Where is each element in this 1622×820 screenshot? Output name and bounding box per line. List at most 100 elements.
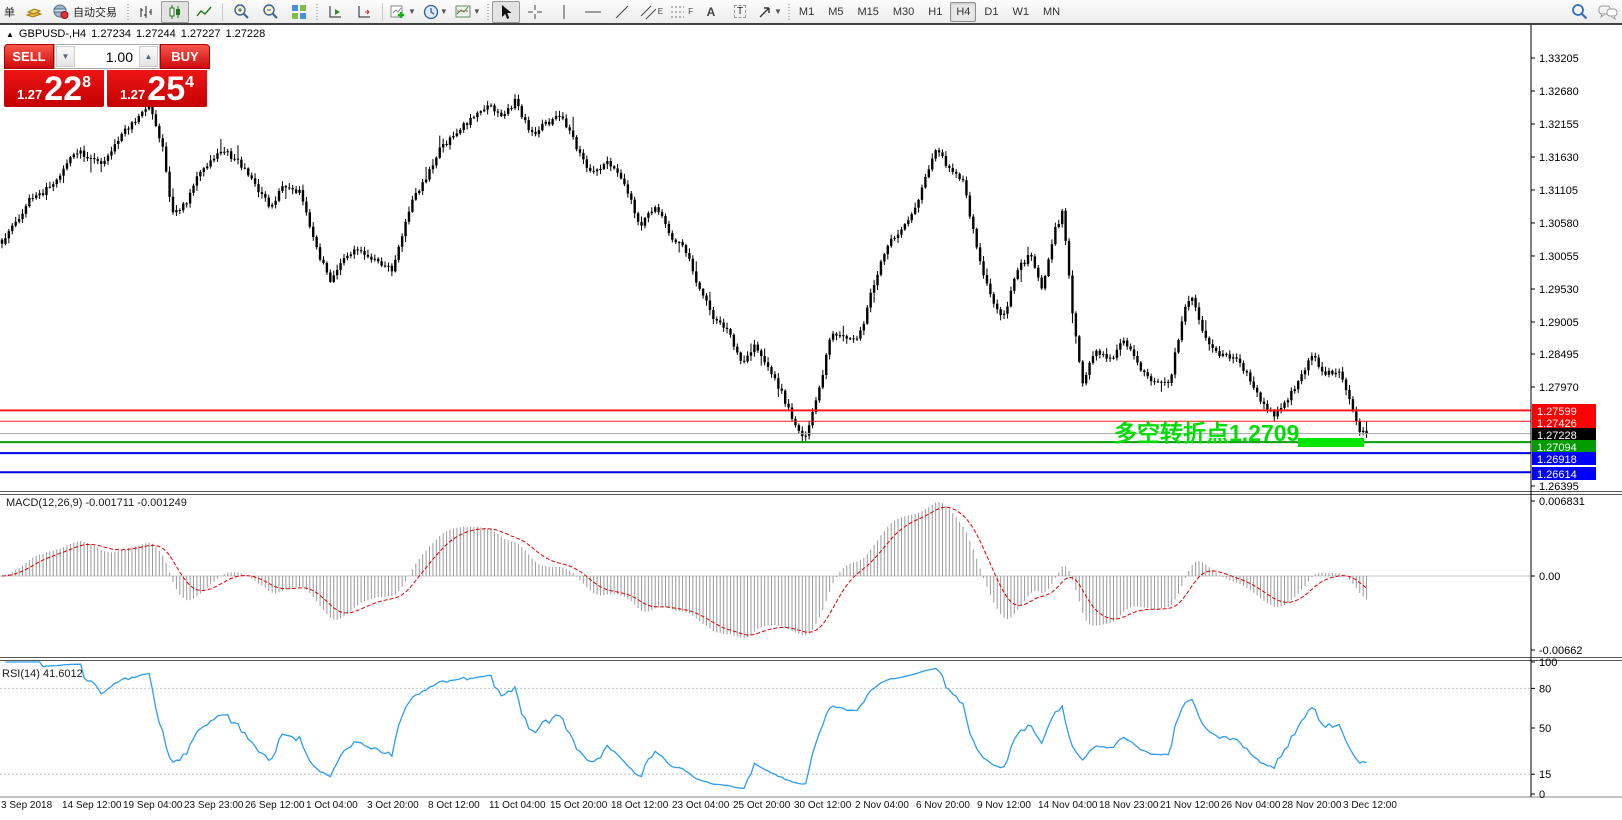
text-tool-button[interactable]: A (697, 1, 725, 23)
chart-ohlc-header: ▲ GBPUSD-,H4 1.27234 1.27244 1.27227 1.2… (6, 28, 265, 40)
chevron-down-icon: ▼ (440, 7, 448, 16)
volume-value[interactable]: 1.00 (76, 45, 138, 68)
svg-text:1.30580: 1.30580 (1539, 218, 1579, 230)
autotrading-button[interactable]: 自动交易 (49, 1, 124, 23)
time-axis-label: 18 Oct 12:00 (611, 800, 668, 811)
macd-layer (0, 502, 1531, 638)
template-button[interactable]: ▼ (452, 1, 484, 23)
tile-windows-button[interactable] (285, 1, 313, 23)
time-axis-label: 8 Oct 12:00 (428, 800, 480, 811)
time-axis-label: 3 Dec 12:00 (1343, 800, 1397, 811)
time-axis-label: 11 Oct 04:00 (489, 800, 546, 811)
timeframe-button-M5[interactable]: M5 (822, 2, 849, 22)
low-value: 1.27227 (181, 28, 221, 40)
timeframe-button-M1[interactable]: M1 (793, 2, 820, 22)
time-axis-label: 30 Oct 12:00 (794, 800, 851, 811)
timeframe-button-M30[interactable]: M30 (887, 2, 920, 22)
volume-stepper: ▼ 1.00 ▲ (54, 44, 160, 69)
svg-text:1.30055: 1.30055 (1539, 251, 1579, 263)
timeframe-button-M15[interactable]: M15 (851, 2, 884, 22)
annotation-highlight-bar[interactable] (1298, 438, 1364, 447)
timeframe-button-W1[interactable]: W1 (1006, 2, 1035, 22)
rsi-value: 41.6012 (43, 668, 83, 680)
candlestick-chart-button[interactable] (161, 1, 189, 23)
time-axis-label: 25 Oct 20:00 (733, 800, 790, 811)
chat-icon[interactable] (1594, 1, 1622, 23)
add-indicator-button[interactable]: ▼ (387, 1, 419, 23)
svg-text:1.29530: 1.29530 (1539, 284, 1579, 296)
sell-button[interactable]: SELL (4, 44, 54, 69)
timeframe-button-H4[interactable]: H4 (950, 2, 976, 22)
time-axis-label: 9 Nov 12:00 (977, 800, 1031, 811)
volume-increase-button[interactable]: ▲ (139, 46, 158, 67)
cursor-tool-button[interactable] (492, 1, 520, 23)
buy-price-prefix: 1.27 (120, 87, 145, 102)
time-axis-label: 15 Oct 20:00 (550, 800, 607, 811)
vertical-line-tool-button[interactable] (550, 1, 578, 23)
svg-text:1.26614: 1.26614 (1537, 469, 1577, 481)
line-chart-button[interactable] (190, 1, 218, 23)
label-tool-button[interactable]: T (726, 1, 754, 23)
timeframe-button-MN[interactable]: MN (1037, 2, 1066, 22)
periods-button[interactable]: ▼ (420, 1, 451, 23)
zoom-out-button[interactable] (256, 1, 284, 23)
time-axis-label: 14 Nov 04:00 (1038, 800, 1098, 811)
time-axis-label: 1 Oct 04:00 (306, 800, 358, 811)
chart-shift-button[interactable] (350, 1, 378, 23)
annotation-text[interactable]: 多空转折点1.2709 (1114, 414, 1299, 448)
time-axis-label: 2 Nov 04:00 (855, 800, 909, 811)
channel-e-label: E (658, 7, 663, 16)
toolbar-grip[interactable] (127, 4, 129, 20)
time-axis-label: 23 Sep 23:00 (184, 800, 244, 811)
equidistant-channel-tool-button[interactable]: E (637, 1, 666, 23)
toolbar-grip[interactable] (316, 4, 318, 20)
svg-text:1.27970: 1.27970 (1539, 382, 1579, 394)
label-t-glyph: T (734, 5, 746, 18)
macd-value-1: -0.001711 (85, 497, 134, 509)
volume-decrease-button[interactable]: ▼ (56, 46, 75, 67)
buy-price-display[interactable]: 1.27 25 4 (107, 70, 207, 107)
autotrading-label: 自动交易 (69, 4, 121, 20)
chevron-down-icon: ▼ (473, 7, 481, 16)
sell-price-pips: 22 (44, 71, 82, 107)
svg-text:1.32155: 1.32155 (1539, 119, 1579, 131)
chart-canvas[interactable]: 1.332051.326801.321551.316301.311051.305… (0, 0, 1622, 820)
timeframe-button-H1[interactable]: H1 (922, 2, 948, 22)
symbol-period: GBPUSD-,H4 (19, 28, 86, 40)
time-axis-label: 18 Nov 23:00 (1099, 800, 1159, 811)
svg-text:1.31105: 1.31105 (1539, 185, 1578, 197)
rsi-layer (0, 662, 1531, 788)
auto-scroll-button[interactable] (321, 1, 349, 23)
svg-text:1.33205: 1.33205 (1539, 53, 1579, 65)
buy-button[interactable]: BUY (160, 44, 210, 69)
fibonacci-tool-button[interactable]: F (667, 1, 696, 23)
svg-text:15: 15 (1539, 769, 1551, 781)
bar-chart-button[interactable] (132, 1, 160, 23)
toolbar-grip[interactable] (487, 4, 489, 20)
time-axis-label: 26 Nov 04:00 (1221, 800, 1281, 811)
price-axis[interactable]: 1.332051.326801.321551.316301.311051.305… (1531, 53, 1596, 801)
new-order-button[interactable]: 单 (0, 4, 19, 20)
macd-value-2: -0.001249 (137, 497, 187, 509)
timeframe-group: M1M5M15M30H1H4D1W1MN (793, 2, 1066, 22)
search-icon[interactable] (1565, 1, 1593, 23)
new-order-icon[interactable] (20, 1, 48, 23)
svg-text:0.00: 0.00 (1539, 571, 1560, 583)
crosshair-tool-button[interactable] (521, 1, 549, 23)
trendline-tool-button[interactable] (608, 1, 636, 23)
svg-text:0: 0 (1539, 789, 1545, 801)
horizontal-line-tool-button[interactable] (579, 1, 607, 23)
arrows-tool-button[interactable]: ▼ (755, 1, 785, 23)
time-axis-label: 21 Nov 12:00 (1160, 800, 1220, 811)
sell-price-display[interactable]: 1.27 22 8 (4, 70, 104, 107)
svg-text:1.31630: 1.31630 (1539, 152, 1579, 164)
toolbar-grip[interactable] (788, 4, 790, 20)
zoom-in-button[interactable] (227, 1, 255, 23)
svg-text:50: 50 (1539, 723, 1551, 735)
time-axis-label: 23 Oct 04:00 (672, 800, 729, 811)
chevron-down-icon: ▼ (408, 7, 416, 16)
svg-text:1.26395: 1.26395 (1539, 481, 1579, 493)
svg-text:80: 80 (1539, 683, 1551, 695)
close-value: 1.27228 (225, 28, 265, 40)
timeframe-button-D1[interactable]: D1 (978, 2, 1004, 22)
